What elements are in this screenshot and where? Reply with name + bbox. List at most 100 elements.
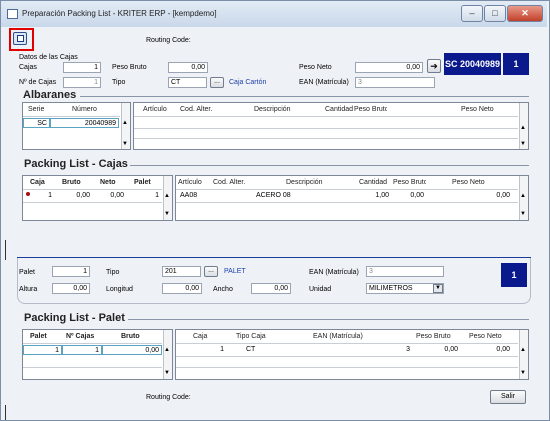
ancho-label: Ancho (213, 286, 233, 293)
longitud-field[interactable]: 0,00 (162, 283, 202, 294)
arrow-right-icon[interactable]: ➔ (427, 59, 441, 73)
ean-cell[interactable]: 3 (380, 346, 410, 353)
peso-neto-cell[interactable]: 0,00 (470, 346, 510, 353)
col-descripcion: Descripción (254, 106, 291, 113)
section-divider (80, 96, 529, 97)
footer-routing-code-label: Routing Code: (146, 394, 191, 401)
col-articulo: Artículo (178, 179, 202, 186)
scroll-down-icon[interactable]: ▼ (121, 140, 129, 148)
scroll-down-icon[interactable]: ▼ (163, 210, 171, 218)
col-cantidad: Cantidad (325, 106, 354, 113)
maximize-button[interactable]: □ (484, 5, 506, 22)
grid-row-line (23, 202, 162, 203)
num-cajas-field[interactable]: 1 (63, 77, 101, 88)
grid-header-line (134, 116, 518, 117)
grid-row-line (176, 356, 518, 357)
col-articulo: Artículo (143, 106, 167, 113)
col-cod-alter: Cod. Alter. (213, 179, 246, 186)
caja-cell[interactable]: 1 (36, 192, 52, 199)
articulo-cell[interactable]: AA08 (180, 192, 197, 199)
peso-bruto-field[interactable]: 0,00 (168, 62, 208, 73)
albaranes-title: Albaranes (23, 89, 77, 101)
palet-num-cell[interactable]: 1 (23, 345, 62, 355)
window-title: Preparación Packing List - KRITER ERP - … (22, 9, 217, 18)
ean-field[interactable]: 3 (355, 77, 435, 88)
col-cantidad: Cantidad (359, 179, 388, 186)
scroll-down-icon[interactable]: ▼ (519, 210, 527, 218)
peso-bruto-label: Peso Bruto (112, 64, 147, 71)
ean-label: EAN (Matrícula) (299, 79, 349, 86)
pages-icon[interactable] (13, 32, 27, 45)
albaran-numero-cell[interactable]: 20040989 (50, 118, 119, 128)
palet-cajas-cell[interactable]: 1 (62, 345, 102, 355)
cantidad-cell[interactable]: 1,00 (356, 192, 389, 199)
cajas-label: Cajas (19, 64, 37, 71)
palet-label: Palet (19, 269, 35, 276)
palet-ean-field[interactable]: 3 (366, 266, 444, 277)
ancho-field[interactable]: 0,00 (251, 283, 291, 294)
chevron-down-icon[interactable]: ▼ (433, 284, 443, 293)
palet-field[interactable]: 1 (52, 266, 90, 277)
grid-header-line (176, 189, 518, 190)
palet-cell[interactable]: 1 (130, 192, 159, 199)
scroll-up-icon[interactable]: ▲ (519, 124, 527, 132)
scroll-up-icon[interactable]: ▲ (519, 346, 527, 354)
row-marker-icon (26, 192, 30, 196)
scroll-down-icon[interactable]: ▼ (519, 369, 527, 377)
tipo-field[interactable]: CT (168, 77, 207, 88)
caja-cell[interactable]: 1 (210, 346, 224, 353)
palet-bruto-cell[interactable]: 0,00 (102, 345, 162, 355)
edge-mark (5, 240, 6, 260)
palet-tipo-browse-button[interactable]: ... (204, 266, 218, 277)
salir-button[interactable]: Salir (490, 390, 526, 404)
col-ean: EAN (Matrícula) (313, 333, 363, 340)
tipo-description: Caja Cartón (229, 79, 267, 86)
peso-neto-label: Peso Neto (299, 64, 332, 71)
peso-bruto-cell[interactable]: 0,00 (424, 346, 458, 353)
col-neto: Neto (100, 179, 116, 186)
edge-mark (5, 405, 6, 420)
scroll-up-icon[interactable]: ▲ (121, 119, 129, 127)
grid-header-line (176, 343, 518, 344)
grid-header-line (23, 116, 120, 117)
palet-tipo-field[interactable]: 201 (162, 266, 201, 277)
peso-neto-cell[interactable]: 0,00 (470, 192, 510, 199)
grid-row-line (23, 367, 162, 368)
grid-row-line (134, 138, 518, 139)
col-bruto: Bruto (121, 333, 140, 340)
scroll-up-icon[interactable]: ▲ (163, 346, 171, 354)
grid-header-line (23, 189, 162, 190)
palet-tipo-description: PALET (224, 268, 246, 275)
col-peso-neto: Peso Neto (461, 106, 494, 113)
col-palet: Palet (30, 333, 47, 340)
num-cajas-label: Nº de Cajas (19, 79, 57, 86)
col-tipo-caja: Tipo Caja (236, 333, 266, 340)
altura-field[interactable]: 0,00 (52, 283, 90, 294)
albaran-serie-cell[interactable]: SC (23, 118, 50, 128)
descripcion-cell[interactable]: ACERO 08 (256, 192, 291, 199)
unidad-value: MILIMETROS (369, 285, 413, 292)
palet-tipo-label: Tipo (106, 269, 120, 276)
neto-cell[interactable]: 0,00 (93, 192, 124, 199)
palet-panel (17, 258, 531, 304)
tipo-label: Tipo (112, 79, 126, 86)
cajas-field[interactable]: 1 (63, 62, 101, 73)
minimize-button[interactable]: – (461, 5, 483, 22)
col-num-cajas: Nº Cajas (66, 333, 95, 340)
peso-bruto-cell[interactable]: 0,00 (392, 192, 424, 199)
close-button[interactable]: ✕ (507, 5, 543, 22)
section-divider (128, 319, 529, 320)
tipo-caja-cell[interactable]: CT (246, 346, 255, 353)
scroll-up-icon[interactable]: ▲ (519, 192, 527, 200)
scroll-down-icon[interactable]: ▼ (519, 140, 527, 148)
palet-count-badge: 1 (501, 263, 527, 287)
col-peso-neto: Peso Neto (452, 179, 485, 186)
scroll-down-icon[interactable]: ▼ (163, 369, 171, 377)
palet-ean-label: EAN (Matrícula) (309, 269, 359, 276)
scroll-up-icon[interactable]: ▲ (163, 192, 171, 200)
sc-badge: SC 20040989 (444, 53, 501, 75)
tipo-browse-button[interactable]: ... (210, 77, 224, 88)
col-palet: Palet (134, 179, 151, 186)
bruto-cell[interactable]: 0,00 (58, 192, 90, 199)
peso-neto-field[interactable]: 0,00 (355, 62, 423, 73)
